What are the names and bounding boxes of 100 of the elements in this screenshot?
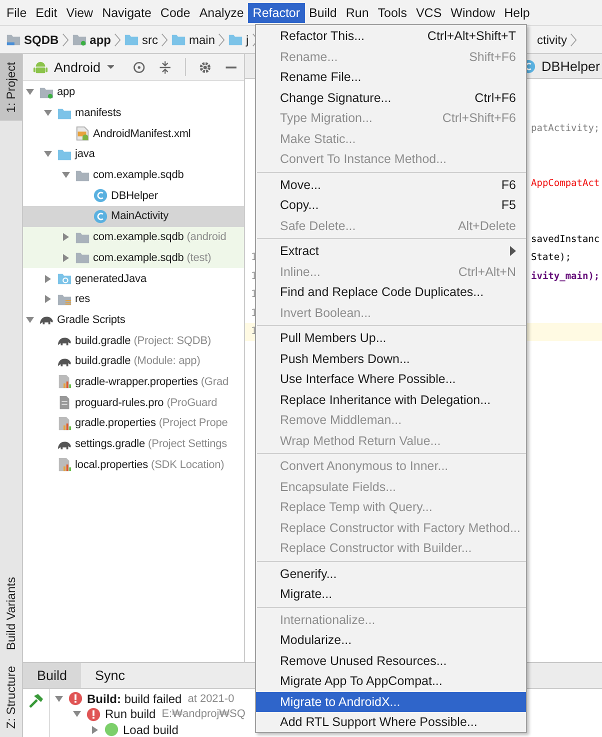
view-selector[interactable]: Android xyxy=(54,60,101,74)
expand-arrow-icon[interactable] xyxy=(25,314,35,325)
menu-item[interactable]: Modularize... xyxy=(256,630,526,650)
expand-arrow-icon[interactable] xyxy=(61,232,71,242)
menu-title[interactable]: Edit xyxy=(31,2,62,22)
tree-label: proguard-rules.pro xyxy=(75,396,164,409)
menu-item[interactable]: Rename File... xyxy=(256,67,526,88)
build-detail: at 2021-0 xyxy=(188,692,234,705)
tree-row[interactable]: res xyxy=(23,288,244,310)
menu-item[interactable]: Refactor This... Ctrl+Alt+Shift+T xyxy=(256,26,526,46)
menu-title[interactable]: Refactor xyxy=(248,2,305,22)
menu-title[interactable]: View xyxy=(62,2,98,22)
code-text: AppCompatAct xyxy=(531,178,600,190)
menu-title[interactable]: Build xyxy=(304,2,342,22)
breadcrumb[interactable]: main xyxy=(171,32,216,47)
code-text: ivity_main); xyxy=(531,270,600,282)
tool-window-tab[interactable]: Build Variants xyxy=(0,569,22,658)
tree-row[interactable]: com.example.sqdb xyxy=(23,164,244,186)
expand-arrow-icon[interactable] xyxy=(43,294,53,304)
menu-item[interactable]: Migrate to AndroidX... xyxy=(256,692,526,712)
tree-row[interactable]: local.properties (SDK Location) xyxy=(23,454,244,476)
properties-file-icon xyxy=(57,374,72,390)
tree-label: app xyxy=(57,86,76,98)
target-icon[interactable] xyxy=(132,60,146,74)
tree-row[interactable]: com.example.sqdb (test) xyxy=(23,248,244,268)
menu-item[interactable]: Add RTL Support Where Possible... xyxy=(256,712,526,732)
expand-arrow-icon[interactable] xyxy=(43,149,53,160)
tree-row[interactable]: com.example.sqdb (android xyxy=(23,226,244,248)
code-text: State); xyxy=(531,252,572,264)
expand-arrow-icon[interactable] xyxy=(90,724,100,735)
tree-row[interactable]: Gradle Scripts xyxy=(23,310,244,330)
android-icon xyxy=(33,60,48,74)
tree-row[interactable]: generatedJava xyxy=(23,268,244,289)
tree-hint: (Grad xyxy=(200,376,228,388)
expand-arrow-icon[interactable] xyxy=(61,170,71,180)
collapse-icon[interactable] xyxy=(158,60,173,74)
chevron-icon xyxy=(114,32,122,48)
menu-title[interactable]: Analyze xyxy=(194,2,248,22)
menu-item[interactable]: Move... F6 xyxy=(256,174,526,195)
menu-item[interactable]: Push Members Down... xyxy=(256,348,526,369)
breadcrumb[interactable]: ctivity xyxy=(537,32,567,46)
panel-tab[interactable]: Build xyxy=(23,663,82,688)
caret-icon[interactable] xyxy=(106,64,114,70)
menu-item[interactable]: Replace Inheritance with Delegation... xyxy=(256,390,526,410)
menu-title[interactable]: VCS xyxy=(411,2,446,22)
menu-title[interactable]: Run xyxy=(341,2,374,22)
menu-item[interactable]: Remove Unused Resources... xyxy=(256,650,526,671)
tree-label: DBHelper xyxy=(111,190,158,202)
tree-row[interactable]: AndroidManifest.xml xyxy=(23,123,244,144)
tree-label: com.example.sqdb xyxy=(93,231,184,244)
tree-row[interactable]: manifests xyxy=(23,102,244,124)
menu-item[interactable]: Use Interface Where Possible... xyxy=(256,369,526,390)
tree-row[interactable]: proguard-rules.pro (ProGuard xyxy=(23,392,244,413)
tree-hint: (SDK Location) xyxy=(151,458,224,471)
menu-item[interactable]: Extract xyxy=(256,241,526,262)
error-icon xyxy=(68,691,83,706)
tree-label: gradle-wrapper.properties xyxy=(75,376,198,388)
tree-label: java xyxy=(75,148,95,160)
tool-window-tab[interactable]: 1: Project xyxy=(0,54,22,121)
breadcrumb[interactable]: j xyxy=(228,32,249,47)
expand-arrow-icon[interactable] xyxy=(54,694,64,704)
tree-row[interactable]: app xyxy=(23,82,244,103)
breadcrumb[interactable]: SQDB xyxy=(6,32,59,47)
menu-title[interactable]: Navigate xyxy=(98,2,156,22)
tree-label: local.properties xyxy=(75,458,148,471)
tree-row[interactable]: gradle.properties (Project Prope xyxy=(23,413,244,434)
tree-row[interactable]: settings.gradle (Project Settings xyxy=(23,434,244,454)
tree-row[interactable]: java xyxy=(23,144,244,165)
panel-tab[interactable]: Sync xyxy=(81,663,140,688)
tree-row[interactable]: DBHelper xyxy=(23,185,244,206)
menu-item[interactable]: Pull Members Up... xyxy=(256,328,526,348)
menu-item[interactable]: Generify... xyxy=(256,564,526,584)
folder-icon xyxy=(57,271,72,286)
expand-arrow-icon[interactable] xyxy=(72,709,82,720)
expand-arrow-icon[interactable] xyxy=(25,87,35,98)
tree-label: settings.gradle xyxy=(75,438,146,450)
menu-item[interactable]: Find and Replace Code Duplicates... xyxy=(256,282,526,302)
hammer-icon[interactable] xyxy=(28,693,44,709)
menu-item[interactable]: Migrate App To AppCompat... xyxy=(256,671,526,692)
chevron-icon xyxy=(62,32,69,48)
breadcrumb[interactable]: app xyxy=(72,32,112,47)
expand-arrow-icon[interactable] xyxy=(61,252,71,263)
menu-item[interactable]: Change Signature... Ctrl+F6 xyxy=(256,88,526,108)
expand-arrow-icon[interactable] xyxy=(43,108,53,118)
settings-icon[interactable] xyxy=(198,60,212,74)
menu-item[interactable]: Copy... F5 xyxy=(256,195,526,216)
tree-row[interactable]: MainActivity xyxy=(23,206,244,227)
tree-row[interactable]: build.gradle (Module: app) xyxy=(23,350,244,372)
tree-row[interactable]: gradle-wrapper.properties (Grad xyxy=(23,372,244,392)
menu-title[interactable]: File xyxy=(2,2,32,22)
menu-title[interactable]: Tools xyxy=(373,2,412,22)
menu-title[interactable]: Window xyxy=(446,2,500,22)
tree-row[interactable]: build.gradle (Project: SQDB) xyxy=(23,330,244,351)
class-icon xyxy=(93,208,108,224)
menu-title[interactable]: Help xyxy=(500,2,534,22)
menu-title[interactable]: Code xyxy=(156,2,195,22)
breadcrumb[interactable]: src xyxy=(124,32,158,47)
tool-window-tab[interactable]: Z: Structure xyxy=(0,658,22,737)
expand-arrow-icon[interactable] xyxy=(43,274,53,284)
menu-item[interactable]: Migrate... xyxy=(256,584,526,604)
